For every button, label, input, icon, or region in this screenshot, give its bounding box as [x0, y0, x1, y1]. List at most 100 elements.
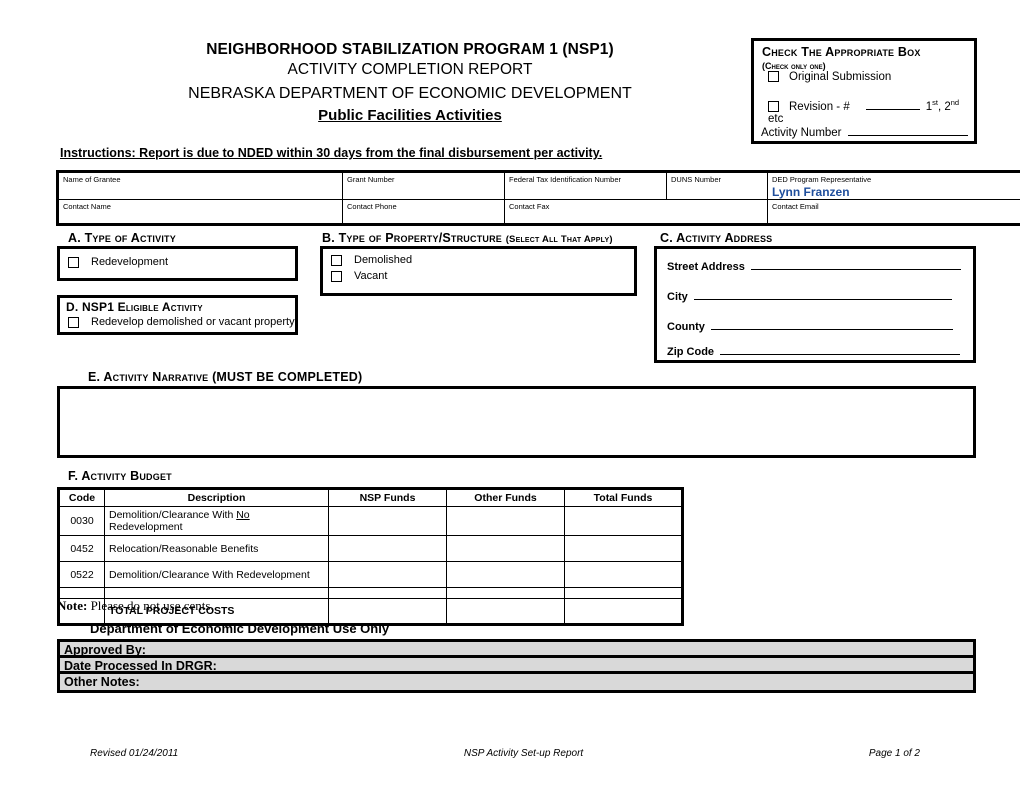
column-header-other-funds: Other Funds — [446, 488, 565, 507]
cell-contact-name[interactable]: Contact Name — [57, 199, 343, 225]
column-header-code: Code — [58, 488, 105, 507]
table-row: Name of Grantee Grant Number Federal Tax… — [57, 171, 1020, 200]
check-appropriate-box-panel: Check The Appropriate Box (Check only on… — [751, 38, 977, 144]
title-line-2: ACTIVITY COMPLETION REPORT — [287, 61, 533, 78]
cell-nsp-funds-0522[interactable] — [328, 561, 447, 588]
revision-number-input[interactable] — [865, 98, 920, 110]
activity-number-label: Activity Number — [761, 127, 842, 139]
cell-nsp-funds-0452[interactable] — [328, 535, 447, 562]
table-header-row: Code Description NSP Funds Other Funds T… — [58, 488, 683, 507]
cell-total-funds-0522[interactable] — [564, 561, 683, 588]
cell-total-funds-total[interactable] — [564, 598, 683, 625]
revision-checkbox[interactable] — [768, 101, 779, 113]
redevelopment-checkbox[interactable] — [68, 256, 79, 268]
section-d-heading-plain: NSP1 — [81, 300, 118, 314]
cell-contact-phone[interactable]: Contact Phone — [342, 199, 505, 225]
demolished-checkbox[interactable] — [331, 254, 342, 266]
table-row: Contact Name Contact Phone Contact Fax C… — [57, 199, 1020, 225]
street-address-label: Street Address — [667, 261, 745, 273]
zip-code-input[interactable] — [720, 342, 961, 355]
vacant-checkbox[interactable] — [331, 270, 342, 282]
redevelopment-label: Redevelopment — [91, 256, 169, 269]
check-box-panel-title: Check The Appropriate Box — [762, 45, 921, 59]
street-address-input[interactable] — [750, 257, 961, 270]
cell-duns-number[interactable]: DUNS Number — [666, 171, 768, 200]
ded-row-other-notes[interactable]: Other Notes: — [60, 674, 973, 690]
section-b-option-vacant: Vacant — [331, 270, 387, 282]
value-ded-program-representative: Lynn Franzen — [772, 185, 850, 199]
section-b-option-demolished: Demolished — [331, 254, 412, 266]
county-input[interactable] — [710, 317, 953, 330]
title-line-4: Public Facilities Activities — [318, 107, 502, 124]
activity-number-input[interactable] — [847, 123, 968, 136]
cell-contact-email[interactable]: Contact Email — [767, 199, 1020, 225]
cell-description-0030: Demolition/Clearance With No Redevelopme… — [104, 506, 329, 536]
section-f-heading: F. Activity Budget — [68, 469, 172, 483]
cell-other-funds-blank[interactable] — [446, 587, 565, 599]
cell-code-0030: 0030 — [58, 506, 105, 536]
table-row: 0030 Demolition/Clearance With No Redeve… — [58, 506, 683, 536]
note-line: Note: Please do not use cents. — [57, 598, 214, 614]
cell-code-0522: 0522 — [58, 561, 105, 588]
section-c-box: Street Address City County Zip Code — [654, 246, 976, 363]
cell-code-0452: 0452 — [58, 535, 105, 562]
cell-other-funds-total[interactable] — [446, 598, 565, 625]
title-line-1: NEIGHBORHOOD STABILIZATION PROGRAM 1 (NS… — [206, 41, 614, 58]
column-header-nsp-funds: NSP Funds — [328, 488, 447, 507]
city-input[interactable] — [693, 287, 952, 300]
footer-left: Revised 01/24/2011 — [90, 748, 179, 759]
section-d-heading-prefix: D. — [66, 300, 82, 314]
label-duns-number: DUNS Number — [671, 175, 722, 184]
original-submission-label: Original Submission — [789, 71, 892, 83]
city-label: City — [667, 291, 688, 303]
redevelop-demolished-vacant-checkbox[interactable] — [68, 316, 79, 328]
label-contact-phone: Contact Phone — [347, 202, 397, 211]
cell-nsp-funds-0030[interactable] — [328, 506, 447, 536]
activity-narrative-input[interactable] — [57, 386, 976, 458]
ded-row-date-processed[interactable]: Date Processed In DRGR: — [60, 658, 973, 674]
county-row: County — [667, 317, 953, 333]
cell-total-funds-blank[interactable] — [564, 587, 683, 599]
label-name-of-grantee: Name of Grantee — [63, 175, 121, 184]
section-b-heading-note: (Select All That Apply) — [505, 234, 613, 245]
section-d-option-redevelop: Redevelop demolished or vacant property — [68, 316, 295, 328]
footer-center: NSP Activity Set-up Report — [463, 748, 584, 759]
cell-federal-tax-id[interactable]: Federal Tax Identification Number — [504, 171, 667, 200]
section-e-heading: E. Activity Narrative (MUST BE COMPLETED… — [88, 370, 362, 384]
cell-nsp-funds-blank[interactable] — [328, 587, 447, 599]
note-text: Please do not use cents. — [87, 598, 214, 613]
original-submission-checkbox[interactable] — [768, 71, 779, 83]
label-grant-number: Grant Number — [347, 175, 395, 184]
cell-code-blank — [58, 587, 105, 599]
cell-other-funds-0452[interactable] — [446, 535, 565, 562]
cell-other-funds-0030[interactable] — [446, 506, 565, 536]
cell-name-of-grantee[interactable]: Name of Grantee — [57, 171, 343, 200]
section-c-heading: C. Activity Address — [660, 231, 773, 245]
section-a-option-redevelopment: Redevelopment — [68, 256, 168, 268]
section-d-heading: D. NSP1 Eligible Activity — [66, 300, 203, 314]
desc-pre-0030: Demolition/Clearance With — [109, 509, 237, 521]
page-footer: Revised 01/24/2011 NSP Activity Set-up R… — [90, 748, 920, 759]
zip-code-row: Zip Code — [667, 342, 961, 358]
section-a-heading: A. Type of Activity — [68, 231, 176, 245]
cell-grant-number[interactable]: Grant Number — [342, 171, 505, 200]
column-header-description: Description — [104, 488, 329, 507]
revision-suffix-2-sup: nd — [950, 98, 960, 108]
vacant-label: Vacant — [354, 270, 388, 283]
activity-number-row: Activity Number — [761, 123, 968, 139]
cell-other-funds-0522[interactable] — [446, 561, 565, 588]
table-row: 0522 Demolition/Clearance With Redevelop… — [58, 561, 683, 588]
footer-right: Page 1 of 2 — [868, 748, 920, 759]
label-ded-program-representative: DED Program Representative — [772, 175, 872, 184]
ded-use-only-heading: Department of Economic Development Use O… — [90, 621, 390, 636]
cell-description-0522: Demolition/Clearance With Redevelopment — [104, 561, 329, 588]
ded-row-approved-by[interactable]: Approved By: — [60, 642, 973, 658]
cell-total-funds-0452[interactable] — [564, 535, 683, 562]
cell-ded-program-representative[interactable]: DED Program Representative Lynn Franzen — [767, 171, 1020, 200]
revision-label: Revision - # — [789, 101, 850, 113]
cell-contact-fax[interactable]: Contact Fax — [504, 199, 768, 225]
cell-description-0452: Relocation/Reasonable Benefits — [104, 535, 329, 562]
ded-use-only-box: Approved By: Date Processed In DRGR: Oth… — [57, 639, 976, 693]
cell-total-funds-0030[interactable] — [564, 506, 683, 536]
county-label: County — [667, 321, 705, 333]
